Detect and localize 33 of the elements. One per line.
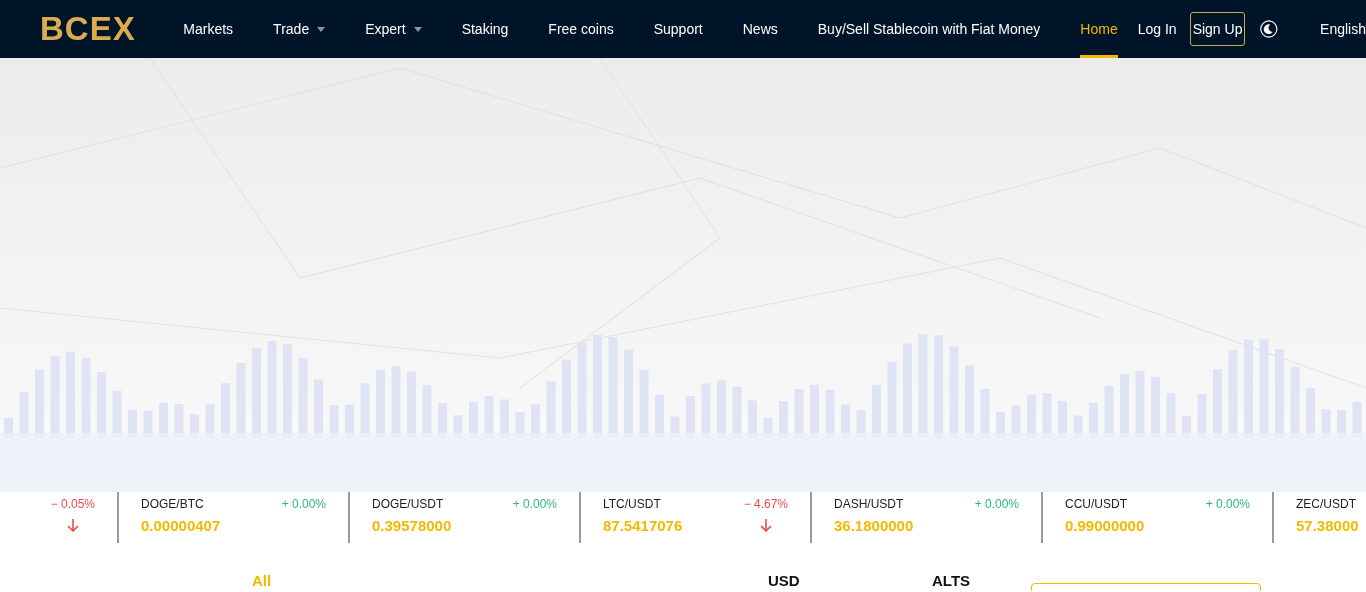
- nav-link[interactable]: Free coins: [548, 0, 614, 58]
- pair-label: CCU/USDT: [1065, 497, 1128, 511]
- moon-icon[interactable]: [1260, 17, 1279, 41]
- price-value: 0.00000407: [141, 516, 222, 534]
- price-value: 0.99000000: [1065, 516, 1146, 534]
- language-link[interactable]: English: [1320, 21, 1366, 37]
- change-percent: + 0.00%: [512, 497, 557, 511]
- price-value: 36.1800000: [834, 516, 915, 534]
- price-value: 87.5417076: [603, 516, 684, 534]
- nav-link[interactable]: Markets: [183, 0, 234, 58]
- nav-link[interactable]: Support: [653, 0, 703, 58]
- change-percent: − 0.05%: [50, 497, 95, 511]
- login-link[interactable]: Log In: [1137, 21, 1177, 37]
- nav-link[interactable]: Expert: [365, 0, 422, 58]
- change-percent: − 4.67%: [743, 497, 788, 511]
- logo[interactable]: BCEX: [40, 10, 184, 48]
- change-percent: + 0.00%: [281, 497, 326, 511]
- price-value: 57.38000: [1296, 516, 1360, 534]
- pair-label: DOGE/BTC: [141, 497, 205, 511]
- nav-link[interactable]: Staking: [461, 0, 509, 58]
- change-percent: + 0.00%: [974, 497, 1019, 511]
- change-percent: + 0.00%: [1205, 497, 1250, 511]
- market-tab[interactable]: USD: [768, 572, 800, 589]
- price-value: 0.39578000: [372, 516, 453, 534]
- signup-button[interactable]: Sign Up: [1189, 12, 1246, 46]
- market-tab[interactable]: ALTS: [932, 572, 971, 589]
- nav-link[interactable]: News: [742, 0, 778, 58]
- pair-label: LTC/USDT: [603, 497, 662, 511]
- pair-label: DOGE/USDT: [372, 497, 445, 511]
- nav-link[interactable]: Buy/Sell Stablecoin with Fiat Money: [817, 0, 1041, 58]
- pair-label: ZEC/USDT: [1296, 497, 1357, 511]
- pair-label: DASH/USDT: [834, 497, 905, 511]
- nav-link[interactable]: Trade: [273, 0, 326, 58]
